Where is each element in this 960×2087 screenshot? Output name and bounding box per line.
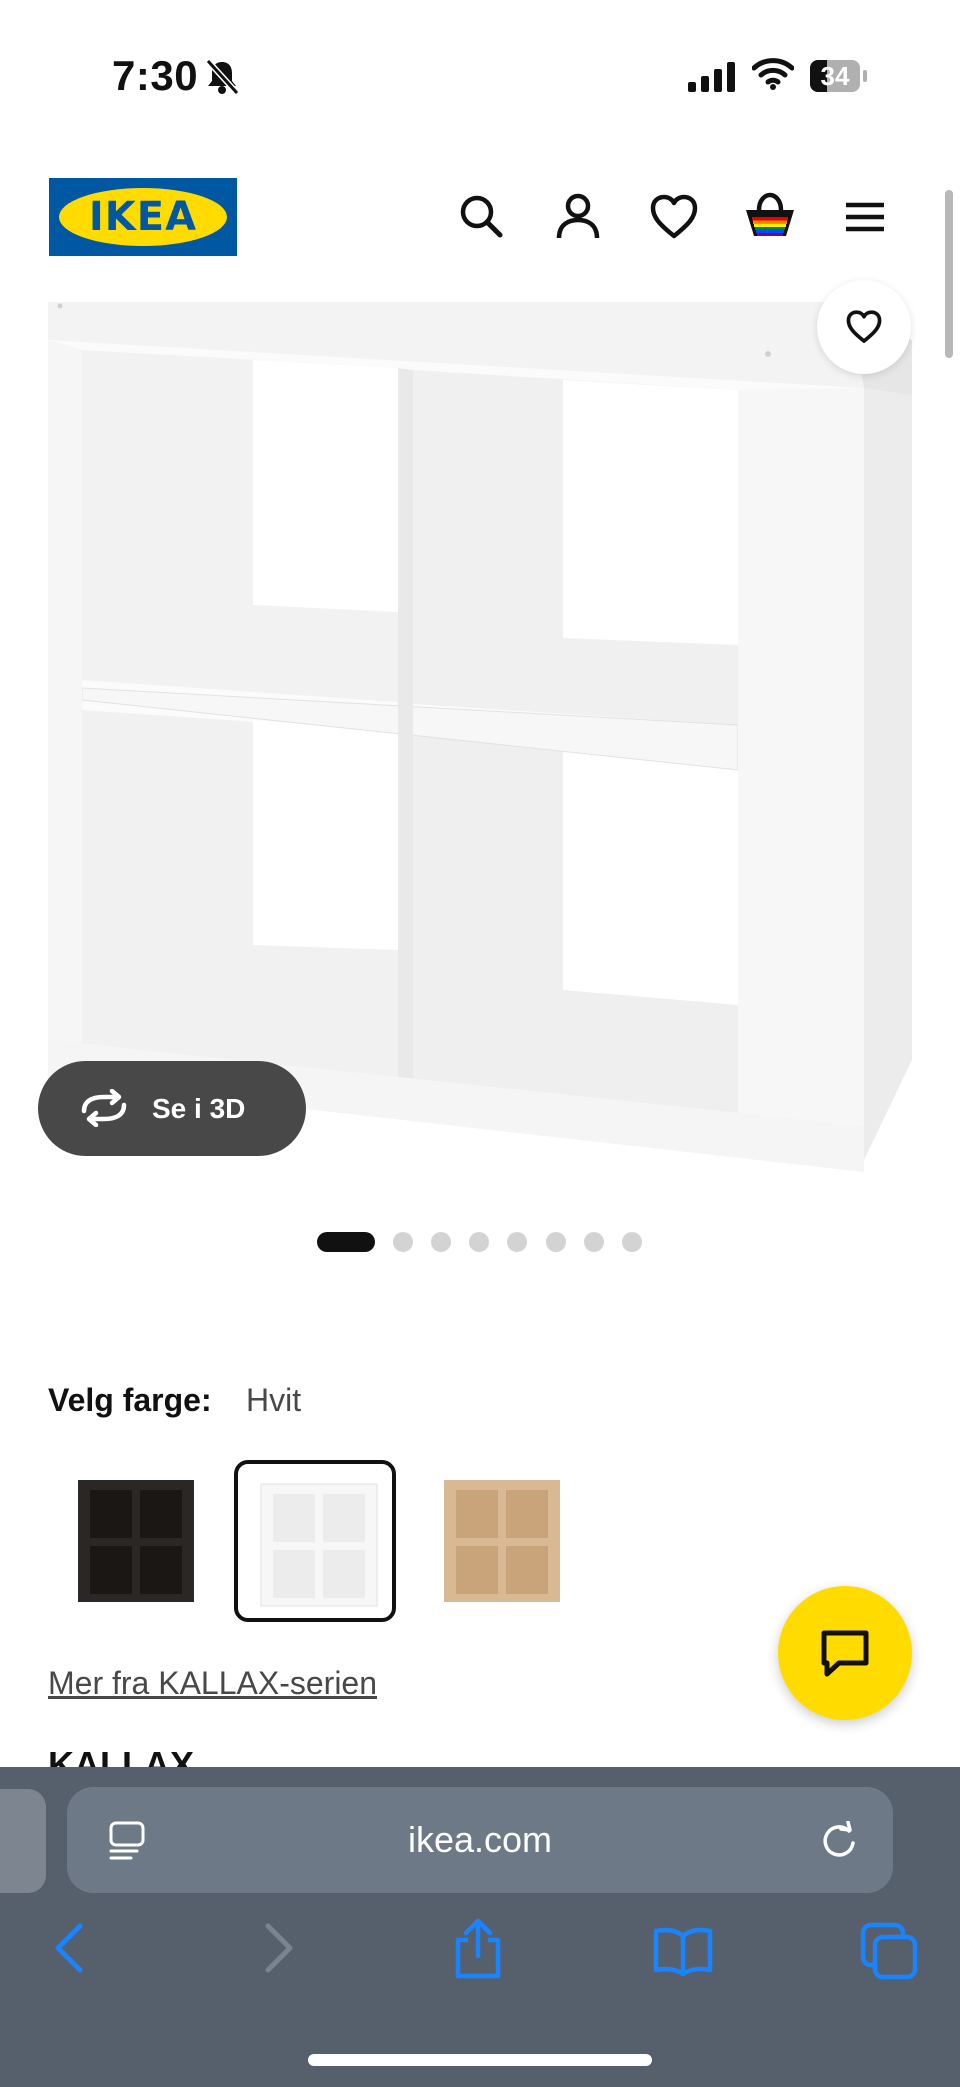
carousel-dot[interactable] (469, 1232, 489, 1252)
silent-bell-icon (204, 58, 240, 101)
address-bar[interactable]: ikea.com (67, 1787, 893, 1893)
status-time: 7:30 (112, 52, 199, 99)
previous-tab-peek[interactable] (0, 1789, 46, 1893)
rotate-3d-icon (81, 1089, 127, 1127)
carousel-dot[interactable] (584, 1232, 604, 1252)
color-swatch-white-selected[interactable] (234, 1460, 396, 1622)
color-swatch-black-brown[interactable] (55, 1460, 217, 1622)
carousel-dot[interactable] (507, 1232, 527, 1252)
carousel-dot-active[interactable] (317, 1232, 375, 1252)
forward-icon (258, 1922, 298, 1979)
more-from-series-link[interactable]: Mer fra KALLAX-serien (48, 1665, 377, 1702)
battery-percentage: 34 (820, 61, 850, 91)
ikea-logo[interactable]: IKEA (49, 178, 237, 256)
wishlist-heart-icon[interactable] (647, 190, 701, 244)
selected-color-value: Hvit (246, 1382, 302, 1418)
carousel-dot[interactable] (393, 1232, 413, 1252)
chat-button[interactable] (778, 1586, 912, 1720)
url-text: ikea.com (407, 1819, 553, 1860)
share-icon[interactable] (452, 1918, 504, 1985)
shopping-basket-icon[interactable] (742, 190, 796, 244)
chat-bubble-icon (821, 1630, 869, 1677)
see-in-3d-label: Se i 3D (152, 1093, 246, 1124)
color-swatch-white-oak[interactable] (421, 1460, 583, 1622)
search-icon[interactable] (455, 190, 509, 244)
carousel-dot[interactable] (546, 1232, 566, 1252)
account-icon[interactable] (551, 190, 605, 244)
see-in-3d-button[interactable]: Se i 3D (38, 1061, 306, 1156)
add-to-favorites-button[interactable] (817, 280, 911, 374)
reload-icon[interactable] (819, 1821, 859, 1861)
page-scrollbar[interactable] (945, 190, 953, 358)
back-icon[interactable] (50, 1922, 90, 1979)
wifi-icon (751, 58, 795, 95)
heart-icon (846, 310, 882, 343)
color-picker-label: Velg farge: (48, 1382, 212, 1418)
menu-icon[interactable] (838, 190, 892, 244)
carousel-dot[interactable] (622, 1232, 642, 1252)
cellular-signal-icon (688, 62, 736, 97)
logo-text: IKEA (88, 194, 198, 240)
home-indicator (308, 2054, 652, 2066)
battery-indicator: 34 (810, 60, 870, 92)
tabs-icon[interactable] (860, 1922, 918, 1985)
carousel-dot[interactable] (431, 1232, 451, 1252)
bookmarks-icon[interactable] (652, 1926, 714, 1981)
